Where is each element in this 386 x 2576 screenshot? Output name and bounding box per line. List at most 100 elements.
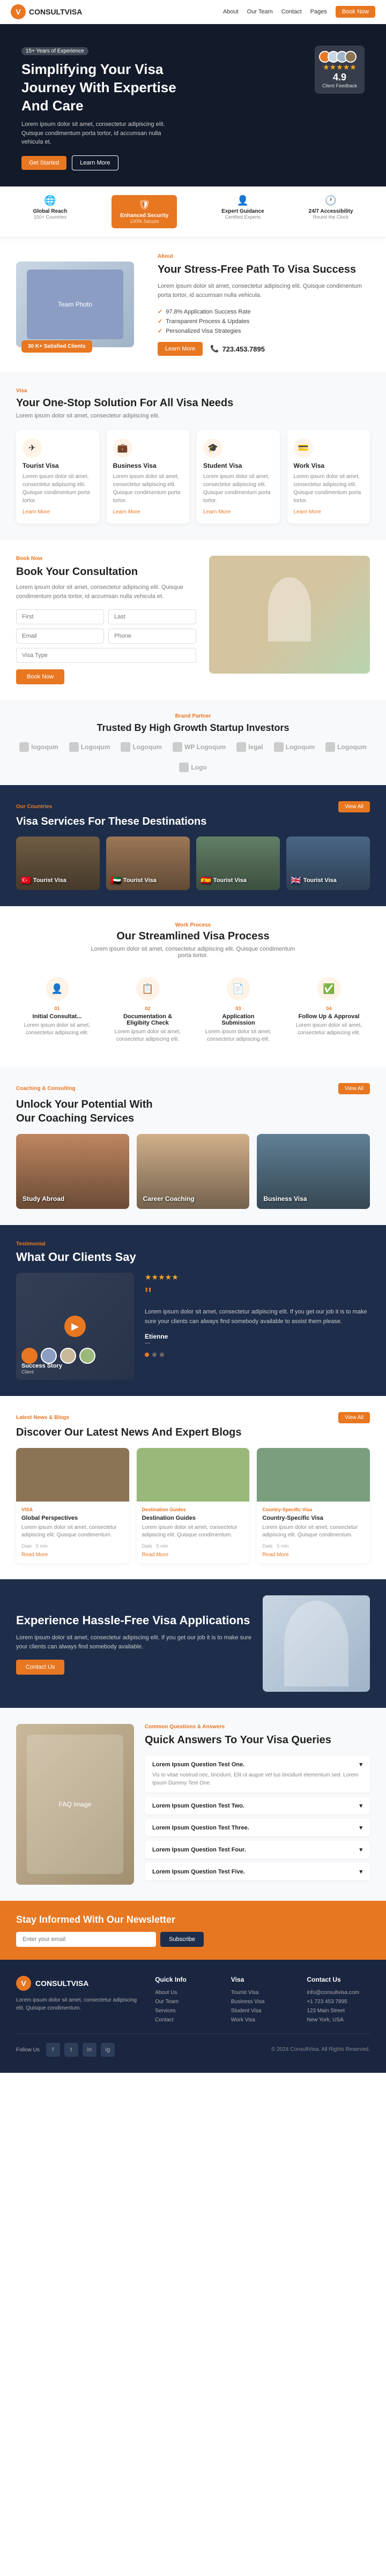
coaching-view-all-button[interactable]: View All (338, 1083, 370, 1094)
twitter-icon[interactable]: t (64, 2043, 78, 2057)
testimonial-dot[interactable] (160, 1353, 164, 1357)
hero-stars: ★★★★★ (322, 63, 357, 72)
blogs-section: Latest News & Blogs View All Discover Ou… (0, 1396, 386, 1579)
about-feature-2: Transparent Process & Updates (158, 318, 370, 325)
footer-item[interactable]: Contact (155, 2017, 218, 2023)
footer-item[interactable]: Work Visa (231, 2017, 294, 2023)
footer-item[interactable]: Services (155, 2008, 218, 2014)
service-text: Lorem ipsum dolor sit amet, consectetur … (113, 473, 183, 505)
destination-card-2[interactable]: 🇦🇪 Tourist Visa (106, 837, 190, 890)
step-number: 01 (24, 1006, 91, 1011)
faq-question[interactable]: Lorem Ipsum Question Test Five. ▾ (152, 1868, 362, 1875)
nav-about[interactable]: About (223, 9, 239, 15)
service-link[interactable]: Learn More (294, 509, 364, 515)
footer-item[interactable]: Student Visa (231, 2008, 294, 2014)
footer-grid: V CONSULTVISA Lorem ipsum dolor sit amet… (16, 1976, 370, 2023)
faq-question[interactable]: Lorem Ipsum Question Test One. ▾ (152, 1761, 362, 1768)
destinations-grid: 🇹🇷 Tourist Visa 🇦🇪 Tourist Visa 🇪🇸 Touri… (16, 837, 370, 890)
footer-item[interactable]: Business Visa (231, 1999, 294, 2005)
last-name-input[interactable] (108, 609, 196, 624)
destinations-tag: Our Countries (16, 804, 52, 810)
destinations-view-all-button[interactable]: View All (338, 801, 370, 812)
linkedin-icon[interactable]: in (83, 2043, 96, 2057)
blog-read-more-link[interactable]: Read More (262, 1552, 365, 1558)
faq-question[interactable]: Lorem Ipsum Question Test Four. ▾ (152, 1846, 362, 1853)
testimonial-avatar (21, 1348, 38, 1364)
footer-item[interactable]: Our Team (155, 1999, 218, 2005)
destination-card-4[interactable]: 🇬🇧 Tourist Visa (286, 837, 370, 890)
tourist-visa-icon: ✈ (23, 438, 42, 458)
coaching-cards: Study Abroad Career Coaching Business Vi… (16, 1134, 370, 1209)
blog-read-more-link[interactable]: Read More (21, 1552, 124, 1558)
facebook-icon[interactable]: f (46, 2043, 60, 2057)
faq-title: Quick Answers To Your Visa Queries (145, 1733, 370, 1747)
blog-meta: Date 5 min (262, 1543, 365, 1549)
book-form-side: Book Now Book Your Consultation Lorem ip… (16, 556, 196, 684)
blog-image (16, 1448, 129, 1502)
step-title: Follow Up & Approval (295, 1013, 362, 1020)
blog-meta: Date 5 min (21, 1543, 124, 1549)
hero-secondary-button[interactable]: Learn More (72, 155, 118, 170)
blog-date: Date (262, 1543, 272, 1549)
blog-title: Country-Specific Visa (262, 1514, 365, 1522)
chevron-down-icon: ▾ (359, 1824, 362, 1831)
testimonial-dot[interactable] (152, 1353, 157, 1357)
blog-body: Destination Guides Destination Guides Lo… (137, 1502, 250, 1563)
flag-icon: 🇬🇧 (291, 875, 301, 886)
about-section: Team Photo 30 K+ Satisfied Clients About… (0, 237, 386, 372)
newsletter-subscribe-button[interactable]: Subscribe (160, 1932, 204, 1947)
about-badge: 30 K+ Satisfied Clients (21, 340, 92, 353)
service-link[interactable]: Learn More (203, 509, 273, 515)
cta-button[interactable]: Contact Us (16, 1660, 64, 1675)
about-cta-button[interactable]: Learn More (158, 342, 203, 356)
hero-primary-button[interactable]: Get Started (21, 156, 66, 170)
about-title: Your Stress-Free Path To Visa Success (158, 263, 370, 277)
chevron-down-icon: ▾ (359, 1846, 362, 1853)
testimonial-dots (145, 1353, 370, 1357)
testimonial-dot[interactable] (145, 1353, 149, 1357)
service-card-tourist: ✈ Tourist Visa Lorem ipsum dolor sit ame… (16, 430, 99, 524)
faq-question[interactable]: Lorem Ipsum Question Test Three. ▾ (152, 1824, 362, 1831)
services-grid: ✈ Tourist Visa Lorem ipsum dolor sit ame… (16, 430, 370, 524)
play-button[interactable]: ▶ (64, 1316, 86, 1337)
email-input[interactable] (16, 629, 104, 644)
process-subtitle: Lorem ipsum dolor sit amet, consectetur … (86, 946, 300, 959)
blog-read-time: 5 min (157, 1543, 168, 1549)
footer-item[interactable]: About Us (155, 1990, 218, 1996)
coaching-card-3[interactable]: Business Visa (257, 1134, 370, 1209)
blog-read-more-link[interactable]: Read More (142, 1552, 244, 1558)
step-number: 04 (295, 1006, 362, 1011)
service-link[interactable]: Learn More (23, 509, 93, 515)
newsletter-email-input[interactable] (16, 1932, 156, 1947)
instagram-icon[interactable]: ig (101, 2043, 115, 2057)
navbar-cta-button[interactable]: Book Now (336, 6, 375, 18)
book-submit-button[interactable]: Book Now (16, 669, 64, 684)
footer-item[interactable]: Tourist Visa (231, 1990, 294, 1996)
first-name-input[interactable] (16, 609, 104, 624)
visa-type-input[interactable] (16, 648, 196, 663)
stat-label: Enhanced Security (120, 213, 168, 219)
blog-text: Lorem ipsum dolor sit amet, consectetur … (262, 1524, 365, 1539)
nav-team[interactable]: Our Team (247, 9, 273, 15)
logo-text: CONSULTVISA (29, 8, 82, 16)
contact-row (16, 629, 196, 644)
nav-contact[interactable]: Contact (281, 9, 302, 15)
blogs-view-all-button[interactable]: View All (338, 1412, 370, 1423)
footer-col-visa: Visa Tourist Visa Business Visa Student … (231, 1976, 294, 2023)
faq-tag: Common Questions & Answers (145, 1724, 370, 1730)
application-icon: 📄 (227, 977, 250, 1000)
service-link[interactable]: Learn More (113, 509, 183, 515)
stats-bar: 🌐 Global Reach 150+ Countries 🛡 Enhanced… (0, 186, 386, 237)
destination-card-1[interactable]: 🇹🇷 Tourist Visa (16, 837, 100, 890)
coaching-card-2[interactable]: Career Coaching (137, 1134, 250, 1209)
nav-pages[interactable]: Pages (310, 9, 327, 15)
stat-global-reach: 🌐 Global Reach 150+ Countries (33, 195, 67, 228)
testimonials-title: What Our Clients Say (16, 1250, 370, 1264)
coaching-card-1[interactable]: Study Abroad (16, 1134, 129, 1209)
destination-card-3[interactable]: 🇪🇸 Tourist Visa (196, 837, 280, 890)
footer-logo: V CONSULTVISA (16, 1976, 142, 1991)
phone-input[interactable] (108, 629, 196, 644)
faq-item-1: Lorem Ipsum Question Test One. ▾ Vis to … (145, 1756, 370, 1793)
footer-col-title: Quick Info (155, 1976, 218, 1983)
faq-question[interactable]: Lorem Ipsum Question Test Two. ▾ (152, 1802, 362, 1809)
